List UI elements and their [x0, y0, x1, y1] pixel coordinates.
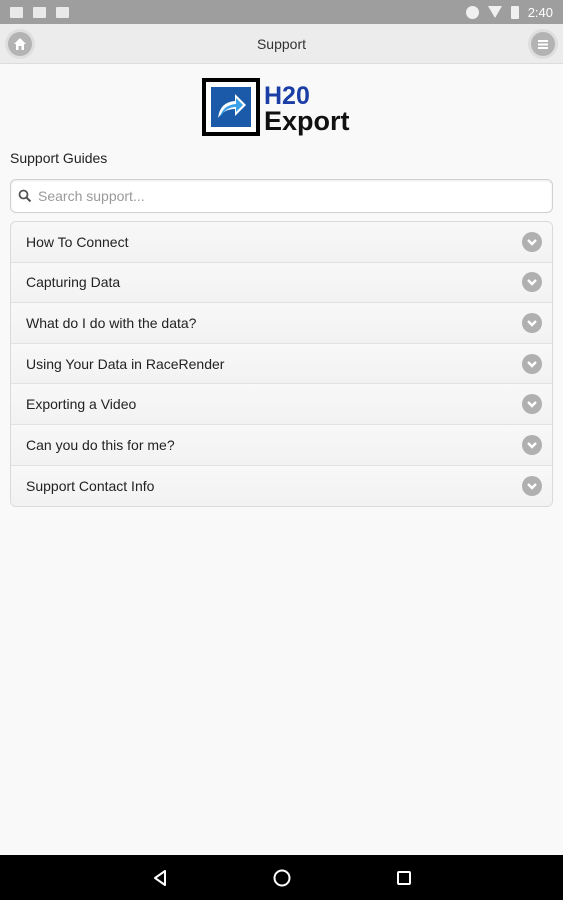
- recents-button[interactable]: [392, 866, 416, 890]
- home-button[interactable]: [8, 32, 32, 56]
- logo-line2: Export: [264, 106, 350, 136]
- list-item-label: How To Connect: [26, 233, 129, 250]
- notification-icons: [10, 6, 69, 18]
- circle-home-icon: [273, 869, 290, 886]
- chevron-down-icon: [522, 272, 542, 293]
- back-button[interactable]: [148, 866, 172, 890]
- list-item[interactable]: Can you do this for me?: [11, 424, 552, 466]
- home-icon: [14, 38, 26, 50]
- home-nav-button[interactable]: [270, 866, 294, 890]
- search-input[interactable]: [38, 188, 538, 204]
- list-item-label: What do I do with the data?: [26, 314, 197, 331]
- battery-icon: [510, 5, 519, 19]
- chevron-down-icon: [522, 434, 542, 455]
- chevron-down-icon: [522, 475, 542, 496]
- list-item-label: Can you do this for me?: [26, 436, 175, 453]
- bag-icon: [56, 6, 69, 18]
- mail-icon: [10, 6, 23, 18]
- list-item-label: Support Contact Info: [26, 477, 155, 494]
- chevron-down-icon: [522, 394, 542, 415]
- status-time: 2:40: [527, 4, 553, 20]
- support-list: How To Connect Capturing Data What do I …: [10, 221, 553, 508]
- menu-icon: [538, 40, 548, 49]
- chevron-down-icon: [522, 231, 542, 252]
- wifi-icon: [487, 6, 502, 18]
- system-icons: 2:40: [465, 4, 553, 20]
- chevron-down-icon: [522, 353, 542, 374]
- support-guides-heading: Support Guides: [10, 150, 108, 166]
- back-icon: [153, 869, 166, 886]
- menu-button[interactable]: [531, 32, 555, 56]
- list-item-label: Using Your Data in RaceRender: [26, 355, 225, 372]
- list-item[interactable]: What do I do with the data?: [11, 303, 552, 344]
- image-icon: [33, 6, 46, 18]
- system-nav-bar: [0, 855, 563, 900]
- list-item-label: Exporting a Video: [26, 396, 137, 413]
- app-header: Support: [0, 24, 563, 64]
- do-not-disturb-icon: [465, 5, 479, 19]
- list-item[interactable]: Exporting a Video: [11, 384, 552, 425]
- chevron-down-icon: [522, 312, 542, 333]
- h20-export-logo: H20 Export: [202, 78, 362, 138]
- page-title: Support: [256, 35, 307, 52]
- square-recents-icon: [396, 870, 411, 885]
- status-bar: 2:40: [0, 0, 563, 24]
- list-item[interactable]: Using Your Data in RaceRender: [11, 343, 552, 385]
- list-item-label: Capturing Data: [26, 274, 121, 291]
- search-box[interactable]: [10, 179, 553, 213]
- logo-graphic: H20 Export: [202, 78, 350, 136]
- list-item[interactable]: Capturing Data: [11, 262, 552, 304]
- search-icon: [16, 187, 34, 205]
- list-item[interactable]: How To Connect: [11, 222, 552, 263]
- list-item[interactable]: Support Contact Info: [11, 465, 552, 507]
